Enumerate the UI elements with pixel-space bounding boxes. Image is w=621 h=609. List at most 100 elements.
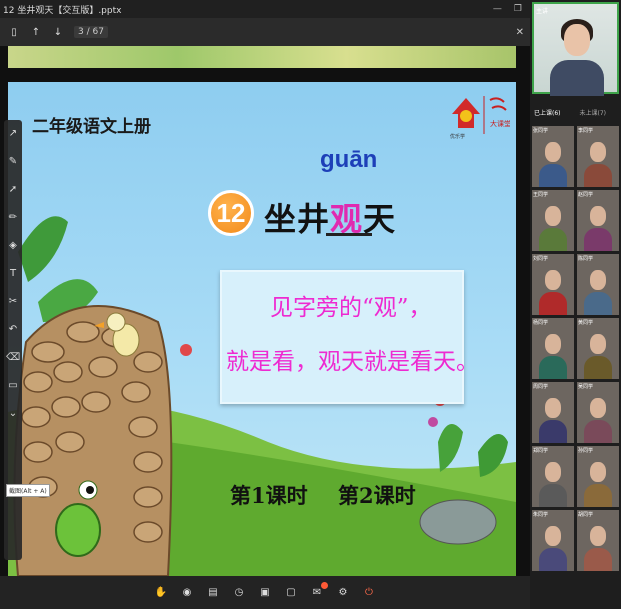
grade-label: 二年级语文上册 bbox=[32, 117, 151, 137]
student-video-tile[interactable]: 郑同学 bbox=[532, 446, 574, 507]
previous-slide-strip bbox=[8, 46, 516, 68]
chat-icon[interactable]: ✉ bbox=[309, 581, 328, 601]
student-video-tile[interactable]: 张同学 bbox=[532, 126, 574, 187]
student-face bbox=[545, 206, 561, 226]
publisher-logo: 大课堂 优乐学 bbox=[450, 96, 510, 140]
page-indicator[interactable]: 3 / 67 bbox=[74, 26, 108, 38]
teacher-face bbox=[564, 24, 590, 56]
participant-tabs: 已上课(6) 未上课(7) bbox=[530, 108, 621, 122]
laser-icon[interactable]: ✎ bbox=[6, 154, 20, 168]
student-video-tile[interactable]: 刘同学 bbox=[532, 254, 574, 315]
tab-absent[interactable]: 未上课(7) bbox=[576, 108, 621, 122]
student-body bbox=[539, 420, 567, 443]
restore-icon[interactable]: ❐ bbox=[514, 4, 522, 14]
student-body bbox=[584, 484, 612, 507]
student-body bbox=[539, 164, 567, 187]
student-name: 周同学 bbox=[533, 384, 549, 390]
minimize-icon[interactable]: — bbox=[493, 4, 502, 14]
student-face bbox=[590, 206, 606, 226]
tab-attended[interactable]: 已上课(6) bbox=[530, 108, 576, 122]
student-face bbox=[545, 334, 561, 354]
student-name: 王同学 bbox=[533, 192, 549, 198]
explanation-line-2: 就是看，观天就是看天。 bbox=[226, 349, 479, 375]
lesson-2-button[interactable]: 第2课时 bbox=[338, 480, 416, 510]
slide-viewport: 二年级语文上册 大课堂 优乐学 guān 12 坐井观天 见字旁的“观”， 就是… bbox=[0, 46, 530, 576]
student-name: 刘同学 bbox=[533, 256, 549, 262]
teacher-body bbox=[550, 60, 604, 96]
student-body bbox=[539, 484, 567, 507]
thumbnail-toggle-icon[interactable]: ▯ bbox=[6, 24, 22, 40]
student-name: 孙同学 bbox=[578, 448, 594, 454]
student-video-tile[interactable]: 杨同学 bbox=[532, 318, 574, 379]
student-video-tile[interactable]: 陈同学 bbox=[577, 254, 619, 315]
student-name: 陈同学 bbox=[578, 256, 594, 262]
clear-icon[interactable]: ▭ bbox=[6, 378, 20, 392]
student-video-tile[interactable]: 李同学 bbox=[577, 126, 619, 187]
student-face bbox=[545, 526, 561, 546]
student-face bbox=[590, 462, 606, 482]
app-root: 12 坐井观天【交互版】.pptx — ❐ ▯ ↑ ↓ 3 / 67 ✕ 二年级… bbox=[0, 0, 621, 609]
leaf-left-1 bbox=[18, 216, 68, 282]
teacher-label: 主讲 bbox=[536, 8, 549, 15]
text-icon[interactable]: T bbox=[6, 266, 20, 280]
student-video-tile[interactable]: 朱同学 bbox=[532, 510, 574, 571]
student-body bbox=[539, 356, 567, 379]
record-icon[interactable]: ◉ bbox=[179, 585, 195, 601]
student-video-tile[interactable]: 赵同学 bbox=[577, 190, 619, 251]
expand-icon[interactable]: ⌄ bbox=[6, 406, 20, 420]
student-video-tile[interactable]: 吴同学 bbox=[577, 382, 619, 443]
pointer-icon[interactable]: ↗ bbox=[6, 126, 20, 140]
next-page-icon[interactable]: ↓ bbox=[50, 24, 66, 40]
scissors-icon[interactable]: ✂ bbox=[6, 294, 20, 308]
document-icon[interactable]: ▤ bbox=[205, 585, 221, 601]
student-face bbox=[590, 270, 606, 290]
lesson-number-badge: 12 bbox=[208, 190, 254, 236]
explanation-card: 见字旁的“观”， 就是看，观天就是看天。 bbox=[220, 270, 479, 404]
pinyin-label: guān bbox=[320, 146, 378, 173]
svg-text:优乐学: 优乐学 bbox=[450, 133, 465, 140]
prev-page-icon[interactable]: ↑ bbox=[28, 24, 44, 40]
lesson-1-button[interactable]: 第1课时 bbox=[230, 480, 308, 510]
eraser-icon[interactable]: ⌫ bbox=[6, 350, 20, 364]
undo-icon[interactable]: ↶ bbox=[6, 322, 20, 336]
pen-icon[interactable]: ✏ bbox=[6, 210, 20, 224]
student-face bbox=[545, 142, 561, 162]
flower-purple bbox=[428, 417, 438, 427]
shape-icon[interactable]: ◈ bbox=[6, 238, 20, 252]
student-video-tile[interactable]: 王同学 bbox=[532, 190, 574, 251]
screen-icon[interactable]: ▢ bbox=[283, 585, 299, 601]
student-name: 赵同学 bbox=[578, 192, 594, 198]
timer-icon[interactable]: ◷ bbox=[231, 585, 247, 601]
student-grid: 张同学 李同学王同学 赵同学刘同学 陈同学杨同学 黄同学周同学 吴同学郑同学 孙同学朱同学 胡… bbox=[532, 126, 619, 571]
page-total: / 67 bbox=[86, 27, 104, 37]
title-before: 坐井 bbox=[264, 200, 331, 238]
student-face bbox=[545, 270, 561, 290]
student-body bbox=[584, 164, 612, 187]
student-video-tile[interactable]: 胡同学 bbox=[577, 510, 619, 571]
participant-panel: 主讲 已上课(6) 未上课(7) 张同学 李同学王同学 赵同学刘同学 陈同学杨同学 黄同… bbox=[530, 0, 621, 609]
hand-icon[interactable]: ✋ bbox=[153, 585, 169, 601]
student-face bbox=[590, 142, 606, 162]
student-face bbox=[545, 462, 561, 482]
notification-dot bbox=[321, 581, 328, 589]
student-video-tile[interactable]: 黄同学 bbox=[577, 318, 619, 379]
student-name: 黄同学 bbox=[578, 320, 594, 326]
settings-icon[interactable]: ⚙ bbox=[335, 585, 351, 601]
student-name: 吴同学 bbox=[578, 384, 594, 390]
close-icon[interactable]: ✕ bbox=[516, 27, 524, 38]
plant-right-1 bbox=[438, 424, 463, 472]
slide-toolbar: ▯ ↑ ↓ 3 / 67 ✕ bbox=[0, 18, 530, 46]
student-video-tile[interactable]: 周同学 bbox=[532, 382, 574, 443]
student-video-tile[interactable]: 孙同学 bbox=[577, 446, 619, 507]
window-title: 12 坐井观天【交互版】.pptx bbox=[3, 5, 122, 16]
student-body bbox=[584, 548, 612, 571]
student-name: 郑同学 bbox=[533, 448, 549, 454]
end-class-icon[interactable]: ⏻ bbox=[361, 585, 377, 601]
select-icon[interactable]: ➚ bbox=[6, 182, 20, 196]
student-name: 朱同学 bbox=[533, 512, 549, 518]
camera-icon[interactable]: ▣ bbox=[257, 585, 273, 601]
student-body bbox=[584, 292, 612, 315]
lesson-number: 12 bbox=[216, 197, 246, 228]
teacher-video[interactable]: 主讲 bbox=[532, 2, 619, 96]
student-body bbox=[584, 228, 612, 251]
